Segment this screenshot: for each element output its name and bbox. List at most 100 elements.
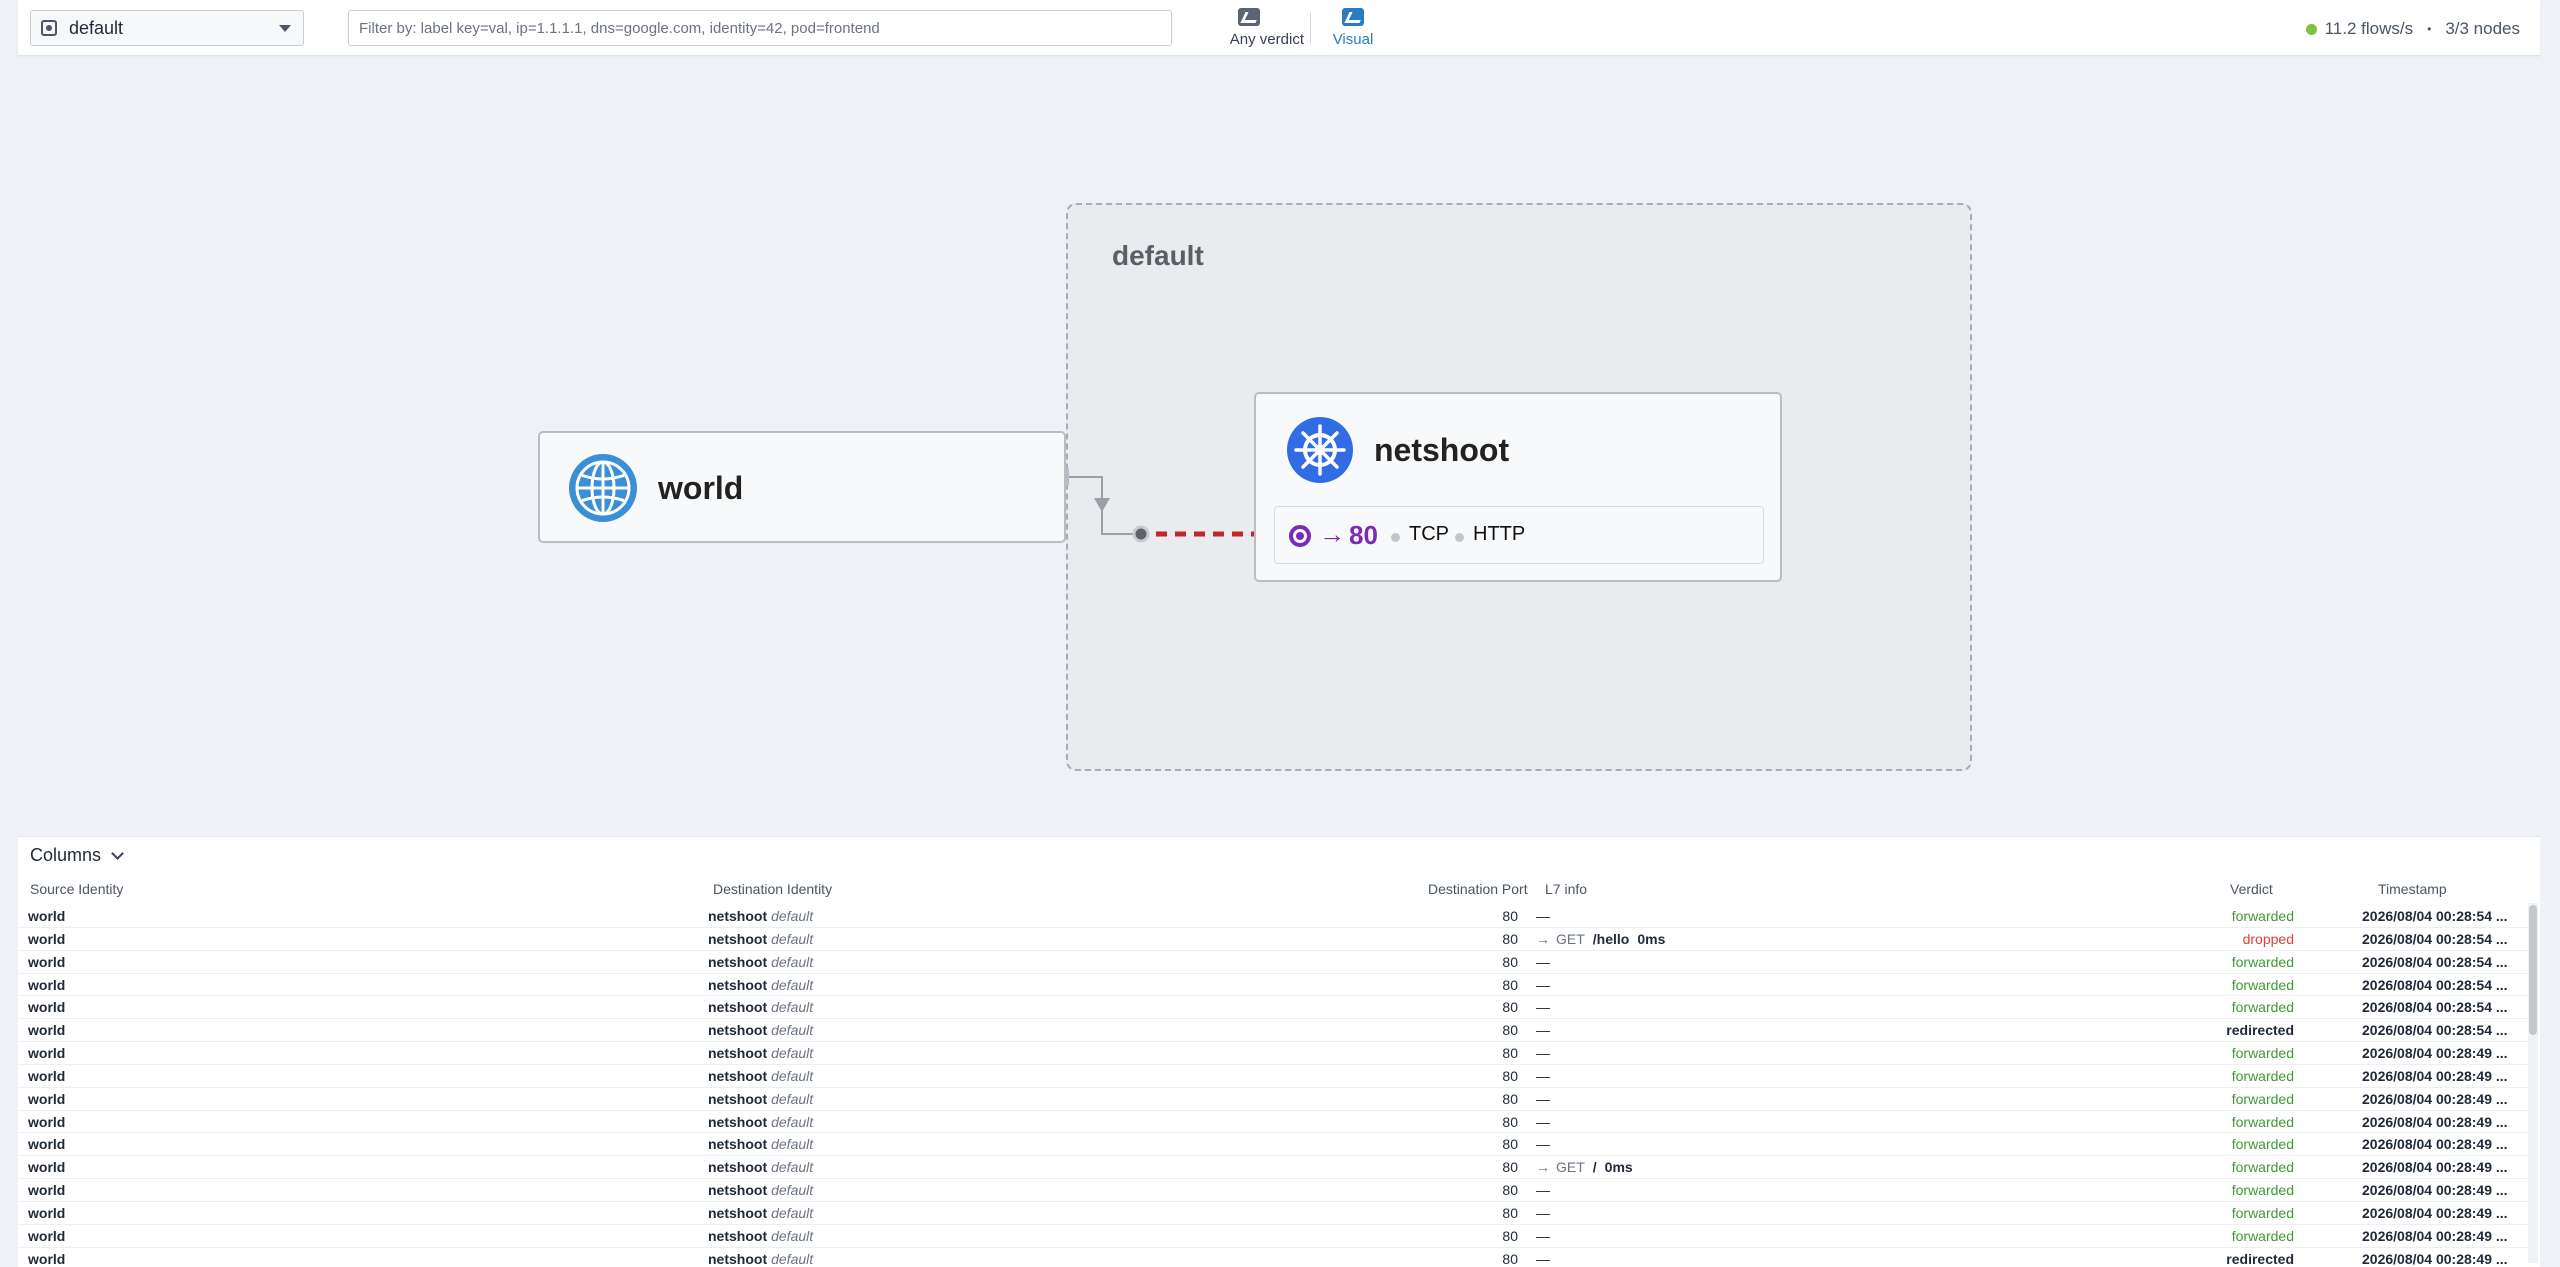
destination-name: netshoot [708, 1136, 768, 1153]
source-identity: world [28, 1113, 66, 1130]
visual-icon [1342, 8, 1364, 26]
destination-name: netshoot [708, 1227, 768, 1244]
protocol-tcp: TCP [1409, 523, 1449, 545]
table-row[interactable]: world netshoot default 80 — forwarded 2026/08/… [18, 1133, 2528, 1157]
destination-port: 80 [1502, 1067, 1518, 1084]
table-row[interactable]: world netshoot default 80 — forwarded 2026/08/… [18, 1111, 2528, 1134]
destination-name: netshoot [708, 953, 768, 970]
header-timestamp[interactable]: Timestamp [2378, 881, 2447, 897]
verdict-value: forwarded [2231, 976, 2294, 993]
verdict-value: forwarded [2231, 1182, 2294, 1199]
timestamp-value: 2026/08/04 00:28:54 ... [2362, 908, 2508, 924]
table-row[interactable]: world netshoot default 80 — redirected 2026/08… [18, 1248, 2528, 1267]
netshoot-node-label: netshoot [1374, 432, 1510, 468]
source-identity: world [28, 1022, 66, 1039]
destination-name: netshoot [708, 1250, 768, 1267]
verdict-filter-button[interactable]: Any verdict [1194, 8, 1304, 48]
l7-path: / [1592, 1159, 1597, 1176]
destination-port: 80 [1502, 1182, 1518, 1199]
verdict-value: forwarded [2231, 908, 2294, 924]
table-row[interactable]: world netshoot default 80 → GET/hello 0ms dropp… [18, 928, 2528, 951]
visual-toggle-label: Visual [1332, 31, 1374, 48]
destination-identity: netshoot default [708, 977, 813, 993]
destination-namespace: default [771, 976, 814, 993]
port-arrow-icon: → [1319, 519, 1345, 549]
destination-namespace: default [771, 1090, 814, 1107]
filter-input[interactable] [348, 10, 1172, 46]
flows-table-body: world netshoot default 80— forwarded 2026/08/… [18, 905, 2528, 1267]
destination-port: 80 [1502, 1045, 1518, 1062]
table-row[interactable]: world netshoot default 80 — redirected 2026/08… [18, 1019, 2528, 1043]
l7-info: — [1536, 1227, 1550, 1244]
destination-port: 80 [1502, 976, 1518, 993]
timestamp-value: 2026/08/04 00:28:54 ... [2362, 1022, 2508, 1039]
header-verdict[interactable]: Verdict [2230, 881, 2273, 897]
destination-name: netshoot [708, 976, 768, 993]
verdict-value: forwarded [2231, 1136, 2294, 1153]
header-source-identity[interactable]: Source Identity [30, 881, 123, 897]
verdict-filter-label: Any verdict [1229, 31, 1304, 48]
destination-port: 80 [1502, 1136, 1518, 1153]
timestamp-value: 2026/08/04 00:28:49 ... [2362, 1113, 2508, 1130]
table-row[interactable]: world netshoot default 80 — forwarded 2026/08/… [18, 1088, 2528, 1111]
destination-namespace: default [771, 953, 814, 970]
destination-namespace: default [771, 999, 814, 1016]
netshoot-node-card[interactable]: netshoot → 80 TCP HTTP [1254, 392, 1782, 582]
table-row[interactable]: world netshoot default 80 — forwarded 2026/08/… [18, 996, 2528, 1020]
l7-info: → GET/hello 0ms [1536, 931, 1665, 947]
destination-namespace: default [771, 1045, 814, 1062]
scrollbar-thumb[interactable] [2529, 905, 2537, 1035]
destination-namespace: default [771, 1136, 814, 1153]
source-identity: world [28, 1250, 66, 1267]
port-row[interactable]: → 80 TCP HTTP [1274, 506, 1764, 564]
port-number: 80 [1349, 520, 1378, 550]
table-row[interactable]: world netshoot default 80 — forwarded 2026/08/… [18, 1179, 2528, 1202]
visual-toggle-button[interactable]: Visual [1318, 8, 1388, 48]
timestamp-value: 2026/08/04 00:28:49 ... [2362, 1227, 2508, 1244]
verdict-value: forwarded [2231, 953, 2294, 970]
world-node-card[interactable]: world [538, 431, 1066, 543]
l7-latency: 0ms [1604, 1159, 1633, 1176]
timestamp-value: 2026/08/04 00:28:49 ... [2362, 1204, 2508, 1221]
header-l7-info[interactable]: L7 info [1545, 881, 1587, 897]
destination-port: 80 [1502, 1159, 1518, 1176]
table-row[interactable]: world netshoot default 80 — forwarded 2026/08/… [18, 951, 2528, 974]
header-destination-port[interactable]: Destination Port [1428, 881, 1528, 897]
destination-namespace: default [771, 930, 814, 947]
namespace-select[interactable]: default [30, 10, 304, 46]
l7-info: — [1536, 1022, 1550, 1039]
source-identity: world [28, 930, 66, 947]
table-row[interactable]: world netshoot default 80 — forwarded 2026/08/… [18, 1065, 2528, 1088]
table-row[interactable]: world netshoot default 80 — forwarded 2026/08/… [18, 905, 2528, 928]
verdict-value: redirected [2226, 1022, 2294, 1039]
destination-port: 80 [1502, 1113, 1518, 1130]
table-row[interactable]: world netshoot default 80 — forwarded 2026/08/… [18, 974, 2528, 997]
l7-info: — [1536, 1067, 1550, 1084]
timestamp-value: 2026/08/04 00:28:54 ... [2362, 976, 2508, 993]
table-row[interactable]: world netshoot default 80 — forwarded 2026/08/… [18, 1225, 2528, 1248]
timestamp-value: 2026/08/04 00:28:49 ... [2362, 1045, 2508, 1062]
table-row[interactable]: world netshoot default 80 — forwarded 2026/08/… [18, 1042, 2528, 1065]
protocol-http: HTTP [1473, 523, 1526, 545]
l7-info: — [1536, 953, 1550, 970]
destination-port: 80 [1502, 930, 1518, 947]
l7-latency: 0ms [1637, 930, 1666, 947]
table-row[interactable]: world netshoot default 80 → GET / 0ms forwarded 2… [18, 1156, 2528, 1180]
table-row[interactable]: world netshoot default 80 — forwarded 2026/08/… [18, 1202, 2528, 1225]
timestamp-value: 2026/08/04 00:28:49 ... [2362, 1250, 2508, 1267]
verdict-value: dropped [2242, 930, 2294, 947]
destination-port: 80 [1502, 908, 1518, 924]
header-destination-identity[interactable]: Destination Identity [713, 881, 832, 897]
verdict-value: forwarded [2231, 1113, 2294, 1130]
table-scrollbar[interactable] [2528, 903, 2538, 1263]
protocol-dot [1455, 533, 1464, 542]
destination-name: netshoot [708, 1067, 768, 1084]
destination-identity: netshoot default [708, 1114, 813, 1130]
columns-button[interactable]: Columns [30, 845, 124, 866]
timestamp-value: 2026/08/04 00:28:49 ... [2362, 1090, 2508, 1107]
source-identity: world [28, 908, 66, 924]
verdict-value: forwarded [2231, 999, 2294, 1016]
timestamp-value: 2026/08/04 00:28:54 ... [2362, 953, 2508, 970]
l7-info: — [1536, 976, 1550, 993]
destination-identity: netshoot default [708, 931, 813, 947]
